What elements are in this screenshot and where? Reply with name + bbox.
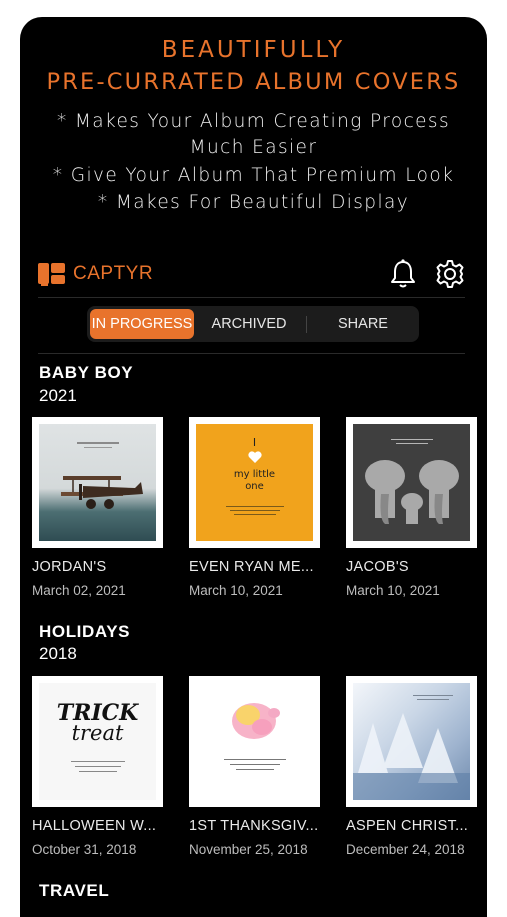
- album-title: 1ST THANKSGIV...: [189, 818, 319, 834]
- album-cover[interactable]: [346, 417, 477, 548]
- album-cover[interactable]: [189, 676, 320, 807]
- tabs-divider: [38, 353, 465, 354]
- album-cover[interactable]: [32, 417, 163, 548]
- album-card[interactable]: I my little one EVEN RYAN ME... March 10,…: [189, 417, 320, 598]
- turkey-cover-image: [196, 683, 313, 800]
- album-date: October 31, 2018: [32, 842, 137, 857]
- elephants-cover-image: [353, 424, 470, 541]
- heart-icon: [248, 451, 262, 463]
- trick-treat-cover-image: TRICK treat: [39, 683, 156, 800]
- gear-icon: [436, 260, 464, 288]
- settings-button[interactable]: [433, 257, 467, 291]
- tab-bar: IN PROGRESS ARCHIVED SHARE: [87, 306, 419, 342]
- section-year: 2018: [39, 644, 77, 663]
- snowy-trees-icon: [353, 713, 470, 800]
- tab-share[interactable]: SHARE: [313, 309, 413, 339]
- tab-archived[interactable]: ARCHIVED: [199, 309, 299, 339]
- section-title: TRAVEL: [39, 881, 110, 900]
- album-title: EVEN RYAN ME...: [189, 559, 314, 575]
- biplane-cover-image: [39, 424, 156, 541]
- album-title: HALLOWEEN W...: [32, 818, 157, 834]
- promo-bullet: * Makes For Beautiful Display: [97, 192, 410, 213]
- album-title: ASPEN CHRIST...: [346, 818, 469, 834]
- album-card[interactable]: ASPEN CHRIST... December 24, 2018: [346, 676, 477, 857]
- header-divider: [38, 297, 465, 298]
- elephants-icon: [365, 460, 459, 524]
- album-date: March 02, 2021: [32, 583, 126, 598]
- promo-banner: BEAUTIFULLY PRE-CURRATED ALBUM COVERS * …: [20, 17, 487, 222]
- section-title: BABY BOY: [39, 363, 134, 382]
- album-card[interactable]: JACOB'S March 10, 2021: [346, 417, 477, 598]
- section-year: 2021: [39, 386, 77, 405]
- album-cover[interactable]: I my little one: [189, 417, 320, 548]
- section-title: HOLIDAYS: [39, 622, 131, 641]
- album-card[interactable]: 1ST THANKSGIV... November 25, 2018: [189, 676, 320, 857]
- phone-screen: BEAUTIFULLY PRE-CURRATED ALBUM COVERS * …: [20, 17, 487, 917]
- promo-bullet: * Makes Your Album Creating Process: [56, 111, 451, 132]
- snowy-trees-cover-image: [353, 683, 470, 800]
- app-header: CAPTYR: [20, 255, 487, 295]
- album-card[interactable]: JORDAN'S March 02, 2021: [32, 417, 163, 598]
- tab-separator: [306, 316, 307, 333]
- biplane-icon: [61, 476, 143, 509]
- album-date: November 25, 2018: [189, 842, 308, 857]
- album-date: March 10, 2021: [189, 583, 283, 598]
- album-cover[interactable]: TRICK treat: [32, 676, 163, 807]
- promo-headline-2: PRE-CURRATED ALBUM COVERS: [46, 69, 461, 95]
- turkey-icon: [232, 703, 280, 739]
- brand-name: CAPTYR: [73, 263, 154, 284]
- brand-logo: CAPTYR: [38, 260, 153, 288]
- album-title: JACOB'S: [346, 559, 409, 575]
- captyr-logo-icon: [38, 263, 65, 286]
- bell-icon: [391, 259, 415, 288]
- promo-headline-1: BEAUTIFULLY: [161, 37, 346, 63]
- promo-bullet: Much Easier: [189, 137, 318, 158]
- album-card[interactable]: TRICK treat HALLOWEEN W... October 31, 2…: [32, 676, 163, 857]
- tab-in-progress[interactable]: IN PROGRESS: [90, 309, 194, 339]
- album-date: December 24, 2018: [346, 842, 465, 857]
- album-cover[interactable]: [346, 676, 477, 807]
- album-date: March 10, 2021: [346, 583, 440, 598]
- notifications-button[interactable]: [386, 257, 420, 291]
- album-title: JORDAN'S: [32, 559, 107, 575]
- promo-bullet: * Give Your Album That Premium Look: [52, 165, 455, 186]
- my-little-one-cover-image: I my little one: [196, 424, 313, 541]
